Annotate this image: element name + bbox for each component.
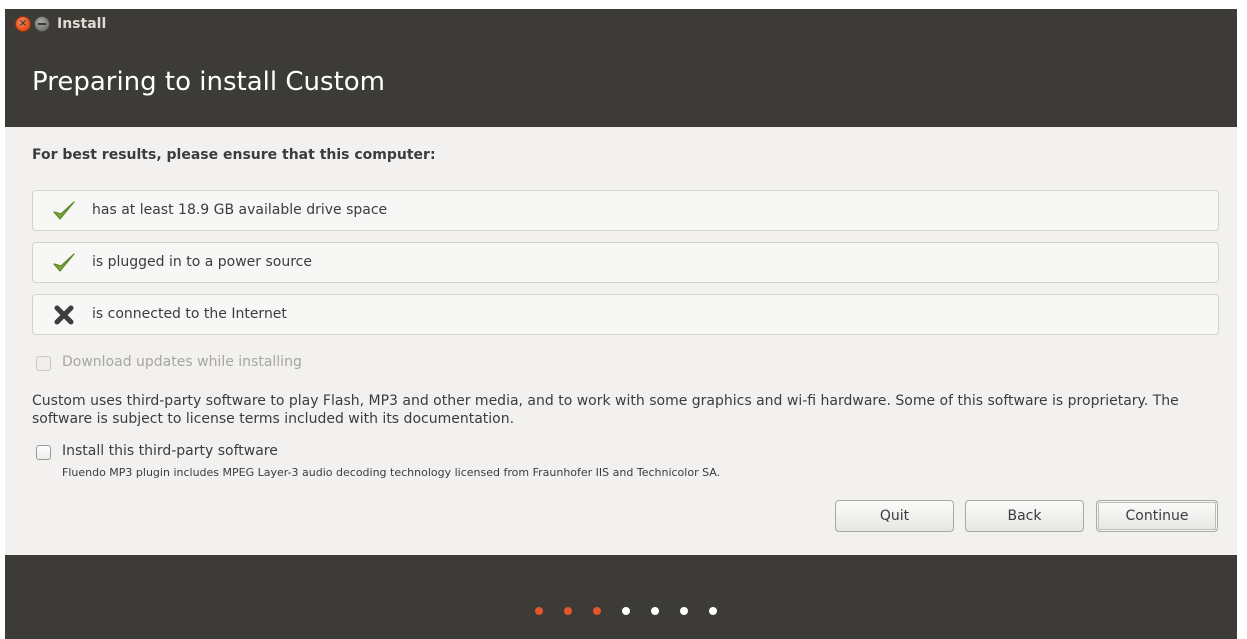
requirement-drive-space: has at least 18.9 GB available drive spa… bbox=[32, 190, 1219, 231]
download-updates-label: Download updates while installing bbox=[62, 354, 302, 370]
third-party-label[interactable]: Install this third-party software bbox=[62, 443, 278, 459]
title-bar: × Install bbox=[5, 9, 1237, 41]
requirement-label: is plugged in to a power source bbox=[92, 254, 312, 270]
page-header: Preparing to install Custom bbox=[5, 41, 1237, 127]
progress-dot-complete bbox=[535, 607, 543, 615]
checkmark-icon bbox=[53, 201, 75, 220]
third-party-checkbox[interactable] bbox=[36, 445, 51, 460]
main-content: For best results, please ensure that thi… bbox=[5, 127, 1237, 555]
download-updates-checkbox[interactable] bbox=[36, 356, 51, 371]
requirement-label: is connected to the Internet bbox=[92, 306, 287, 322]
window-minimize-button[interactable] bbox=[34, 16, 50, 32]
close-icon: × bbox=[18, 18, 28, 29]
requirement-label: has at least 18.9 GB available drive spa… bbox=[92, 202, 388, 218]
third-party-description: Custom uses third-party software to play… bbox=[32, 393, 1179, 427]
requirements-heading: For best results, please ensure that thi… bbox=[32, 147, 436, 163]
progress-dot-pending bbox=[680, 607, 688, 615]
footer-bar bbox=[5, 555, 1237, 639]
cross-icon bbox=[54, 305, 74, 325]
quit-button[interactable]: Quit bbox=[835, 500, 954, 532]
mp3-license-note: Fluendo MP3 plugin includes MPEG Layer-3… bbox=[62, 466, 721, 479]
window-close-button[interactable]: × bbox=[15, 16, 31, 32]
progress-dot-pending bbox=[622, 607, 630, 615]
progress-dot-complete bbox=[593, 607, 601, 615]
progress-dot-complete bbox=[564, 607, 572, 615]
installer-window: × Install Preparing to install Custom Fo… bbox=[5, 9, 1237, 639]
progress-dot-pending bbox=[651, 607, 659, 615]
progress-dot-pending bbox=[709, 607, 717, 615]
minimize-icon bbox=[38, 23, 46, 25]
window-title: Install bbox=[57, 16, 107, 32]
checkmark-icon bbox=[53, 253, 75, 272]
page-title: Preparing to install Custom bbox=[32, 67, 385, 97]
continue-button[interactable]: Continue bbox=[1096, 500, 1218, 532]
requirement-internet: is connected to the Internet bbox=[32, 294, 1219, 335]
back-button[interactable]: Back bbox=[965, 500, 1084, 532]
requirement-power: is plugged in to a power source bbox=[32, 242, 1219, 283]
